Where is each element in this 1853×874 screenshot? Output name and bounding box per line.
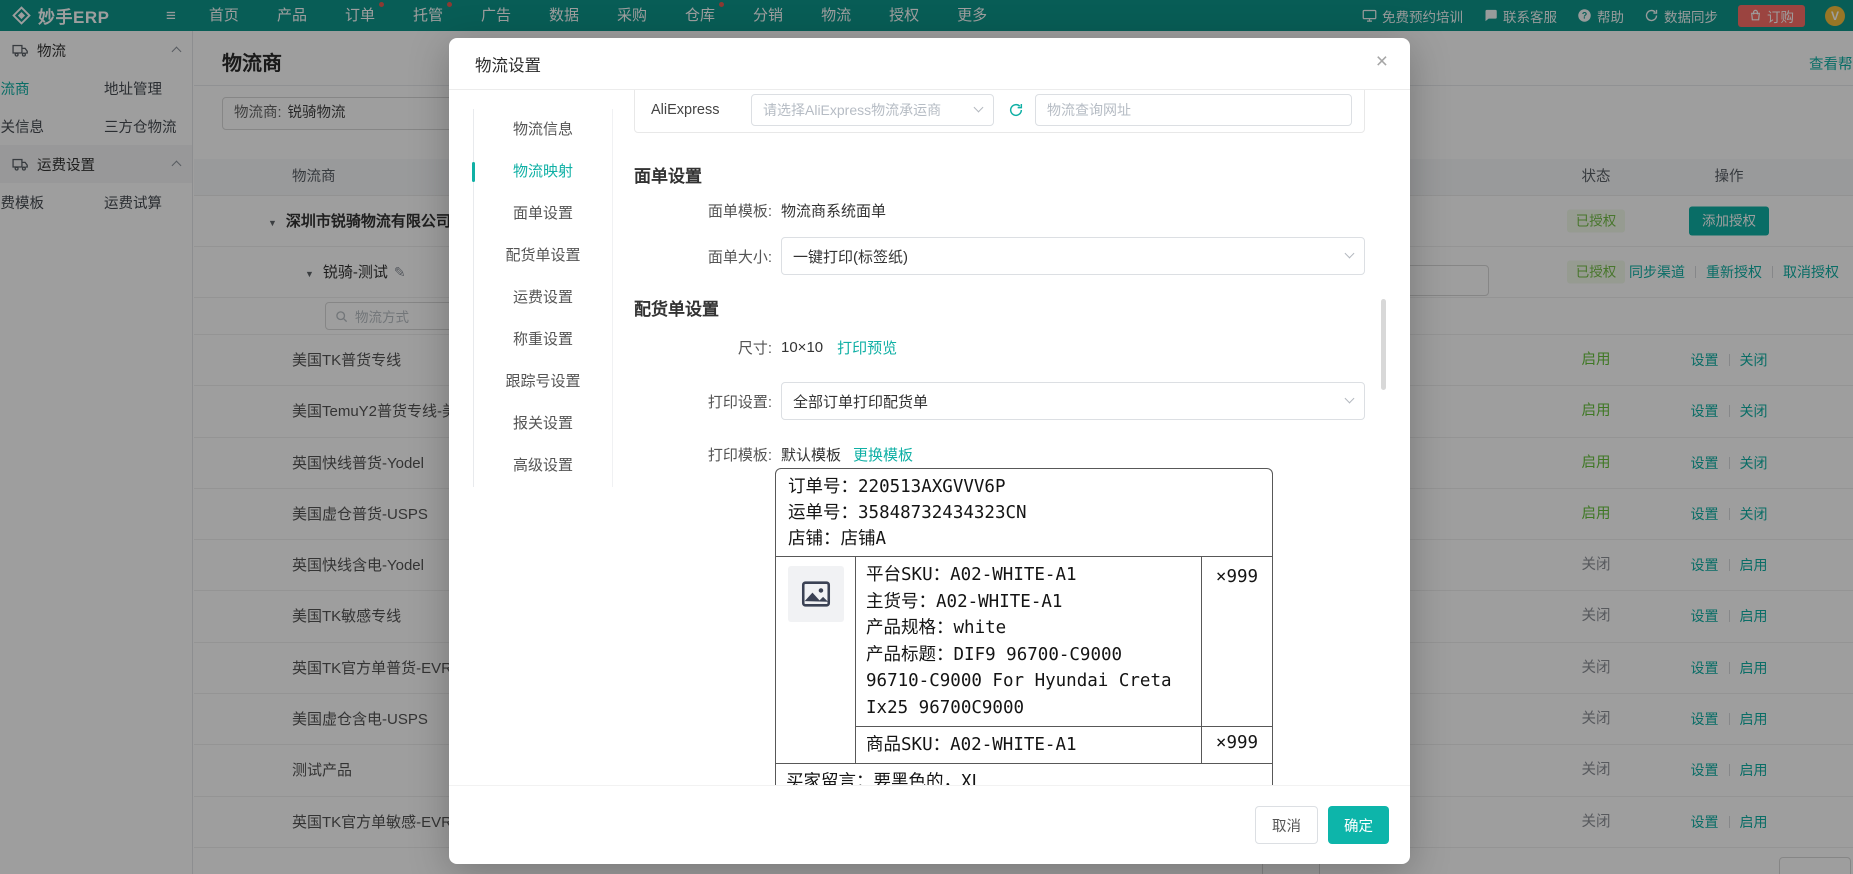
carrier-select[interactable]: 请选择AliExpress物流承运商 xyxy=(751,94,994,126)
preview-sku-qty: ×999 xyxy=(1201,727,1272,763)
modal-header: 物流设置 × xyxy=(449,38,1410,90)
print-preview-link[interactable]: 打印预览 xyxy=(837,337,897,358)
preview-buyer-note: 买家留言：要黑色的，XL xyxy=(786,772,983,785)
chevron-down-icon xyxy=(1344,393,1355,404)
print-setting-select[interactable]: 全部订单打印配货单 xyxy=(781,382,1365,420)
label-size-select[interactable]: 一键打印(标签纸) xyxy=(781,237,1365,275)
label-template-value: 物流商系统面单 xyxy=(781,202,887,220)
modal-menu-item-物流信息[interactable]: 物流信息 xyxy=(474,109,612,151)
modal-menu-item-配货单设置[interactable]: 配货单设置 xyxy=(474,235,612,277)
packing-size-value: 10×10 xyxy=(781,338,824,356)
preview-product-lines: 平台SKU：A02-WHITE-A1 主货号：A02-WHITE-A1 产品规格：w… xyxy=(856,557,1201,726)
preview-line: 产品规格：white xyxy=(866,618,1007,638)
modal-menu-item-跟踪号设置[interactable]: 跟踪号设置 xyxy=(474,361,612,403)
cancel-button[interactable]: 取消 xyxy=(1255,806,1318,844)
modal-menu-item-高级设置[interactable]: 高级设置 xyxy=(474,445,612,487)
carrier-label: AliExpress xyxy=(651,102,720,118)
modal-footer: 取消 确定 xyxy=(449,785,1410,864)
product-image-placeholder-icon xyxy=(787,566,844,622)
modal-menu-item-面单设置[interactable]: 面单设置 xyxy=(474,193,612,235)
modal-menu-item-运费设置[interactable]: 运费设置 xyxy=(474,277,612,319)
mapping-row-box: AliExpress 请选择AliExpress物流承运商 xyxy=(634,90,1365,133)
packing-slip-preview: 订单号：220513AXGVVV6P 运单号：35848732434323CN … xyxy=(775,468,1273,785)
preview-shop: 店铺：店铺A xyxy=(788,529,887,549)
modal-content: AliExpress 请选择AliExpress物流承运商 面单设置 面单模板:… xyxy=(634,90,1365,785)
modal-body: 物流信息 物流映射 面单设置 配货单设置 运费设置 称重设置 跟踪号设置 报关设置 高级设置 A… xyxy=(449,90,1410,785)
confirm-button[interactable]: 确定 xyxy=(1328,806,1389,844)
preview-sku: 商品SKU：A02-WHITE-A1 xyxy=(866,735,1077,755)
print-template-value: 默认模板 xyxy=(781,446,842,464)
preview-line: 平台SKU：A02-WHITE-A1 xyxy=(866,565,1077,585)
modal-scrollbar-thumb[interactable] xyxy=(1381,299,1386,390)
packing-size-row: 尺寸: 10×10 打印预览 xyxy=(737,337,898,358)
preview-order-no: 订单号：220513AXGVVV6P xyxy=(788,477,1006,497)
modal-menu-item-报关设置[interactable]: 报关设置 xyxy=(474,403,612,445)
label-settings-heading: 面单设置 xyxy=(634,167,702,186)
modal-menu: 物流信息 物流映射 面单设置 配货单设置 运费设置 称重设置 跟踪号设置 报关设置 高级设置 xyxy=(472,109,613,487)
preview-line: 产品标题：DIF9 96700-C9000 96710-C9000 For Hy… xyxy=(866,644,1172,718)
chevron-down-icon xyxy=(1344,248,1355,259)
preview-tracking-no: 运单号：35848732434323CN xyxy=(788,503,1027,523)
packing-settings-heading: 配货单设置 xyxy=(634,300,719,319)
label-template-row: 面单模板: 物流商系统面单 xyxy=(634,198,1365,222)
app-root: 妙手ERP ≡ 首页 产品 订单 托管 广告 数据 采购 仓库 分销 物流 授权 更多 免费预约培训 … xyxy=(0,0,1853,874)
refresh-icon[interactable] xyxy=(1008,102,1024,118)
tracking-url-input[interactable] xyxy=(1035,94,1352,126)
change-template-link[interactable]: 更换模板 xyxy=(853,444,913,465)
modal-menu-item-称重设置[interactable]: 称重设置 xyxy=(474,319,612,361)
print-template-row: 打印模板: 默认模板 更换模板 xyxy=(634,442,1365,466)
modal-title: 物流设置 xyxy=(475,56,541,75)
chevron-down-icon xyxy=(973,102,984,113)
modal-menu-item-物流映射[interactable]: 物流映射 xyxy=(472,151,612,193)
logistics-settings-modal: 物流设置 × 物流信息 物流映射 面单设置 配货单设置 运费设置 称重设置 跟踪号设置 报关设… xyxy=(449,38,1410,864)
close-icon[interactable]: × xyxy=(1376,51,1388,72)
preview-line: 主货号：A02-WHITE-A1 xyxy=(866,591,1063,612)
preview-qty: ×999 xyxy=(1201,557,1272,726)
